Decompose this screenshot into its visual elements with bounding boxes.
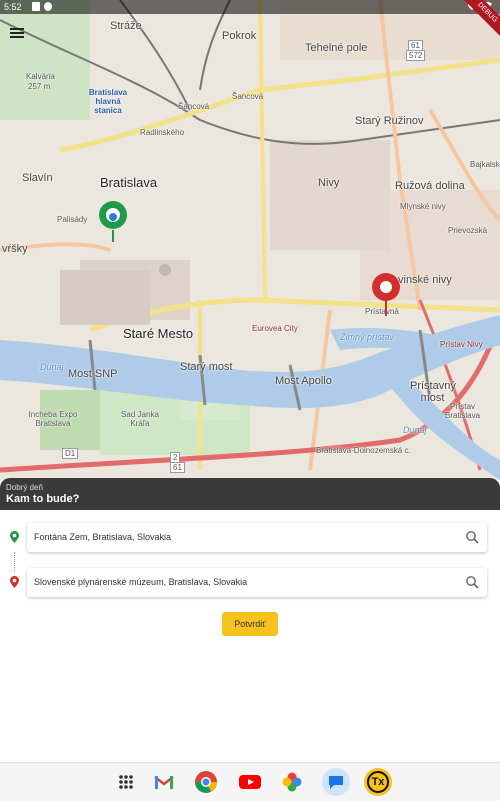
greeting-text: Dobrý deň	[6, 483, 43, 492]
route-connector	[14, 552, 16, 572]
map-label-pristav-bratislava: Prístav Bratislava	[444, 402, 481, 420]
map-label-d1: D1	[62, 448, 79, 459]
map-label-pristavny-most: Prístavný most	[410, 380, 456, 404]
map-label-eurovea: Eurovea City	[252, 324, 298, 333]
map-tiles	[0, 0, 500, 480]
map-label-radlinskeho: Radlinského	[140, 128, 185, 137]
map-label-ruzova-dolina: Ružová dolina	[395, 180, 465, 192]
prompt-title: Kam to bude?	[6, 493, 80, 505]
map-label-hlavna-stanica: Bratislava hlavná stanica	[88, 88, 128, 115]
destination-value: Slovenské plynárenské múzeum, Bratislava…	[34, 577, 248, 587]
destination-marker-icon	[10, 576, 19, 588]
sim-icon	[32, 2, 40, 11]
menu-icon[interactable]	[10, 28, 24, 38]
map-label-straze: Stráže	[110, 20, 142, 32]
map-view[interactable]: Stráže Pokrok Tehelné pole Starý Ružinov…	[0, 0, 500, 480]
map-label-stary-ruzinov: Starý Ružinov	[355, 115, 424, 127]
notification-icon	[44, 2, 52, 11]
map-label-kalvaria-elev: 257 m	[28, 82, 51, 91]
map-label-nivy: Nivy	[318, 177, 340, 189]
destination-map-pin-icon[interactable]	[371, 272, 401, 318]
apps-grid-icon[interactable]	[114, 770, 138, 794]
map-label-most-snp: Most SNP	[68, 368, 118, 380]
map-label-most-apollo: Most Apollo	[275, 375, 332, 387]
confirm-button[interactable]: Potvrdiť	[222, 612, 278, 636]
map-label-pristav-nivy: Prístav Nivy	[440, 340, 483, 349]
map-label-pokrok: Pokrok	[222, 30, 257, 42]
map-label-dolnozemska: Bratislava-Dolnozemská c.	[316, 446, 411, 455]
origin-field[interactable]: Fontána Zem, Bratislava, Slovakia	[27, 523, 487, 552]
origin-value: Fontána Zem, Bratislava, Slovakia	[34, 532, 172, 542]
search-icon[interactable]	[465, 530, 479, 544]
map-label-sancova-1: Šancová	[178, 102, 210, 111]
map-label-tehelne-pole: Tehelné pole	[305, 42, 368, 54]
status-bar: 5:52	[0, 0, 500, 14]
map-label-slovenske-nivy: vinské nivy	[398, 274, 452, 286]
map-label-palisady: Palisády	[57, 215, 88, 224]
map-label-kalvaria: Kalvária	[26, 72, 55, 81]
messages-icon[interactable]	[322, 768, 350, 796]
map-label-road-572: 572	[406, 50, 426, 61]
map-label-bratislava: Bratislava	[100, 175, 158, 190]
map-label-incheba: Incheba Expo Bratislava	[28, 410, 78, 428]
map-label-bajkalska: Bajkalská	[470, 160, 500, 169]
map-label-sancova-2: Šancová	[232, 92, 264, 101]
map-label-road-61: 61	[170, 462, 185, 473]
map-label-vrsky: vŕšky	[2, 243, 28, 255]
search-icon[interactable]	[465, 575, 479, 589]
status-time: 5:52	[4, 2, 22, 12]
map-label-dunaj-1: Dunaj	[40, 362, 64, 372]
map-label-stary-most: Starý most	[180, 361, 233, 373]
tx-app-icon[interactable]: Tx	[364, 768, 392, 796]
map-label-zimny-pristav: Zimný prístav	[340, 332, 395, 342]
map-label-dunaj-2: Dunaj	[403, 425, 427, 435]
chrome-icon[interactable]	[194, 770, 218, 794]
map-label-stare-mesto: Staré Mesto	[123, 326, 194, 341]
app-dock: Tx	[0, 762, 500, 801]
map-label-sad-janka-krala: Sad Janka Kráľa	[121, 410, 159, 428]
origin-map-pin-icon[interactable]	[98, 200, 128, 244]
map-label-slavin: Slavín	[22, 172, 53, 184]
map-label-prievozska: Prievozská	[448, 226, 488, 235]
destination-field[interactable]: Slovenské plynárenské múzeum, Bratislava…	[27, 568, 487, 597]
gmail-icon[interactable]	[152, 770, 176, 794]
origin-marker-icon	[10, 531, 19, 543]
photos-icon[interactable]	[280, 770, 304, 794]
youtube-icon[interactable]	[238, 770, 262, 794]
sheet-header: Dobrý deň Kam to bude?	[0, 478, 500, 510]
map-label-mlynske-nivy: Mlynské nivy	[400, 202, 446, 211]
